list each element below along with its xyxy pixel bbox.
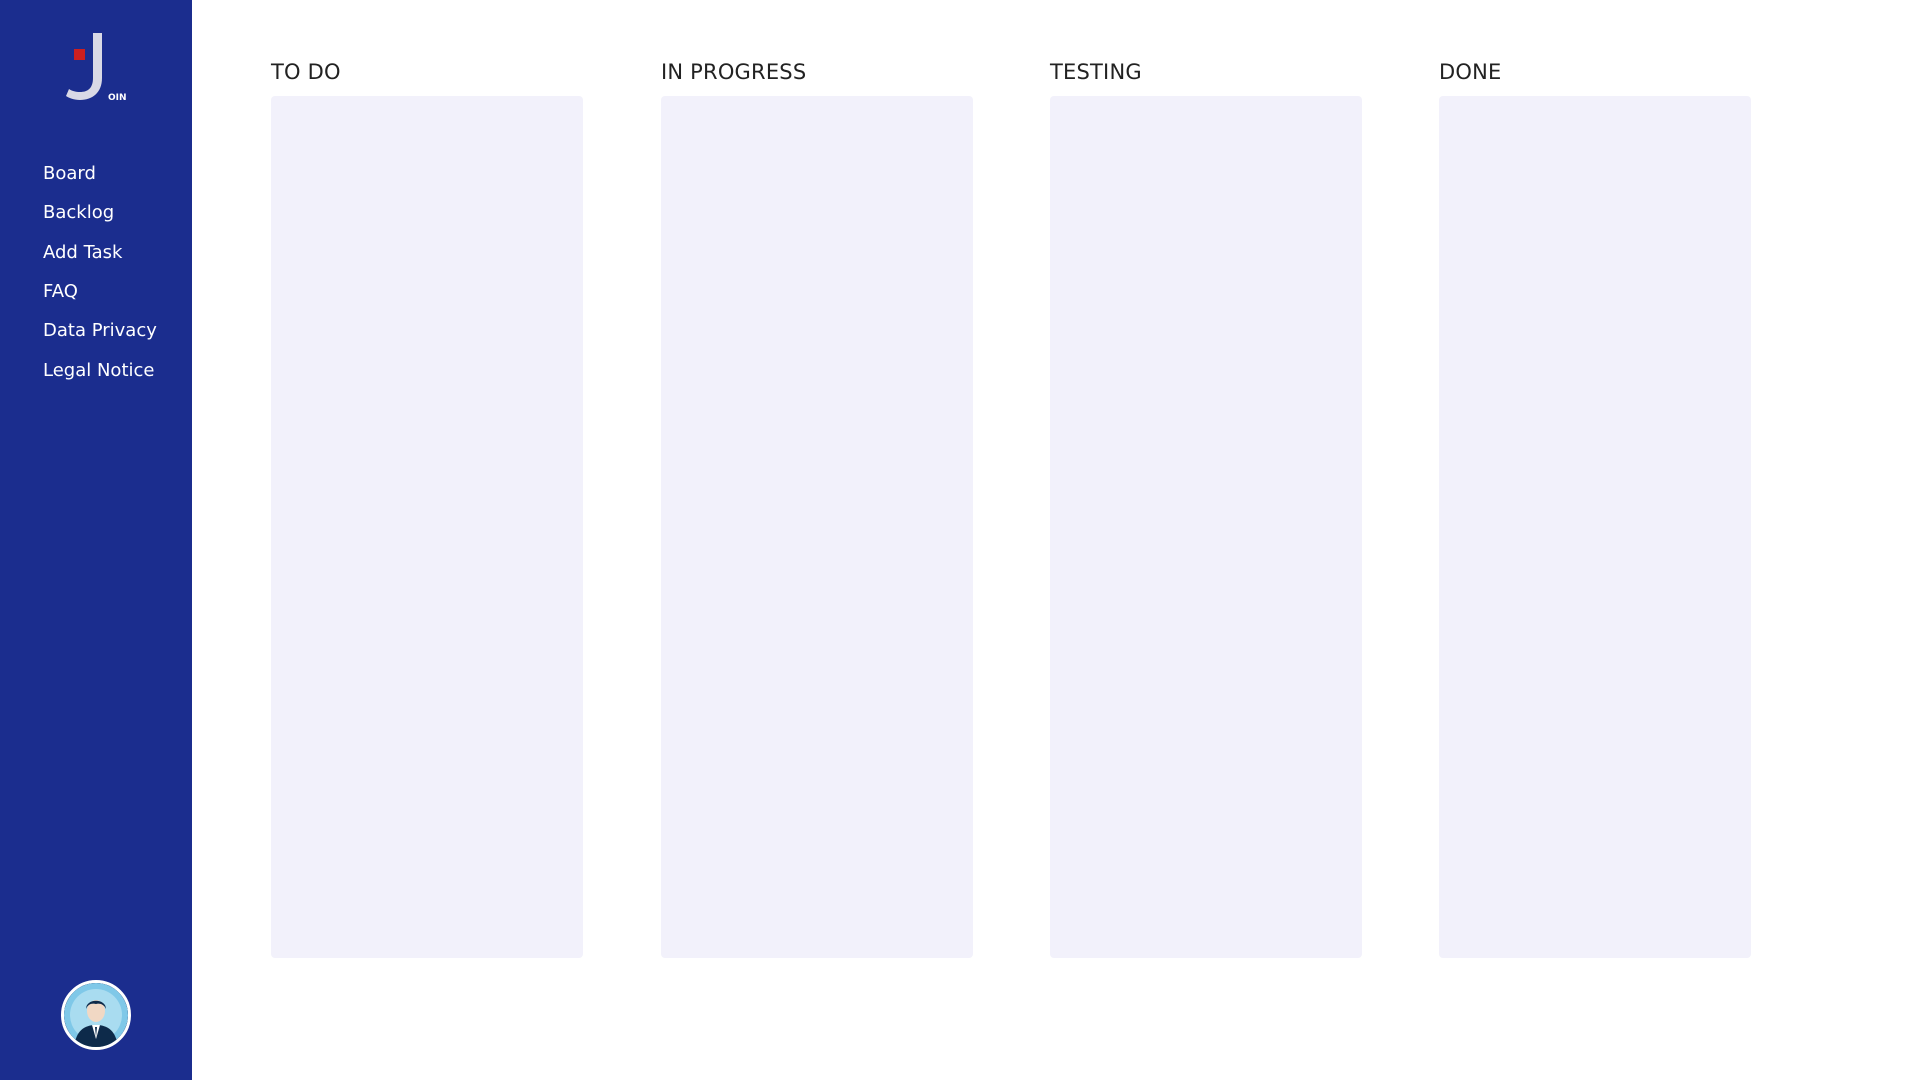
column-in-progress: IN PROGRESS <box>661 56 973 958</box>
sidebar-item-legal-notice[interactable]: Legal Notice <box>43 350 157 389</box>
column-dropzone[interactable] <box>271 96 583 958</box>
column-title: DONE <box>1439 60 1502 84</box>
sidebar-item-data-privacy[interactable]: Data Privacy <box>43 311 157 350</box>
logo-suffix: OIN <box>108 93 127 103</box>
column-title: TESTING <box>1050 60 1142 84</box>
column-title: IN PROGRESS <box>661 60 807 84</box>
column-dropzone[interactable] <box>1439 96 1751 958</box>
sidebar-item-board[interactable]: Board <box>43 154 157 193</box>
column-testing: TESTING <box>1050 56 1362 958</box>
column-title: TO DO <box>271 60 341 84</box>
column-done: DONE <box>1439 56 1751 958</box>
join-logo-icon: OIN <box>66 33 127 103</box>
user-avatar[interactable] <box>61 980 131 1050</box>
join-logo[interactable]: OIN <box>65 30 129 106</box>
column-todo: TO DO <box>271 56 583 958</box>
app-window: OIN Board Backlog Add Task FAQ Data Priv… <box>0 0 1920 1080</box>
sidebar-nav: Board Backlog Add Task FAQ Data Privacy … <box>43 154 157 390</box>
user-avatar-icon <box>64 983 128 1047</box>
kanban-board: TO DO IN PROGRESS TESTING DONE <box>192 0 1920 1080</box>
column-dropzone[interactable] <box>661 96 973 958</box>
sidebar: OIN Board Backlog Add Task FAQ Data Priv… <box>0 0 192 1080</box>
column-dropzone[interactable] <box>1050 96 1362 958</box>
sidebar-item-backlog[interactable]: Backlog <box>43 193 157 232</box>
sidebar-item-faq[interactable]: FAQ <box>43 272 157 311</box>
sidebar-item-add-task[interactable]: Add Task <box>43 233 157 272</box>
